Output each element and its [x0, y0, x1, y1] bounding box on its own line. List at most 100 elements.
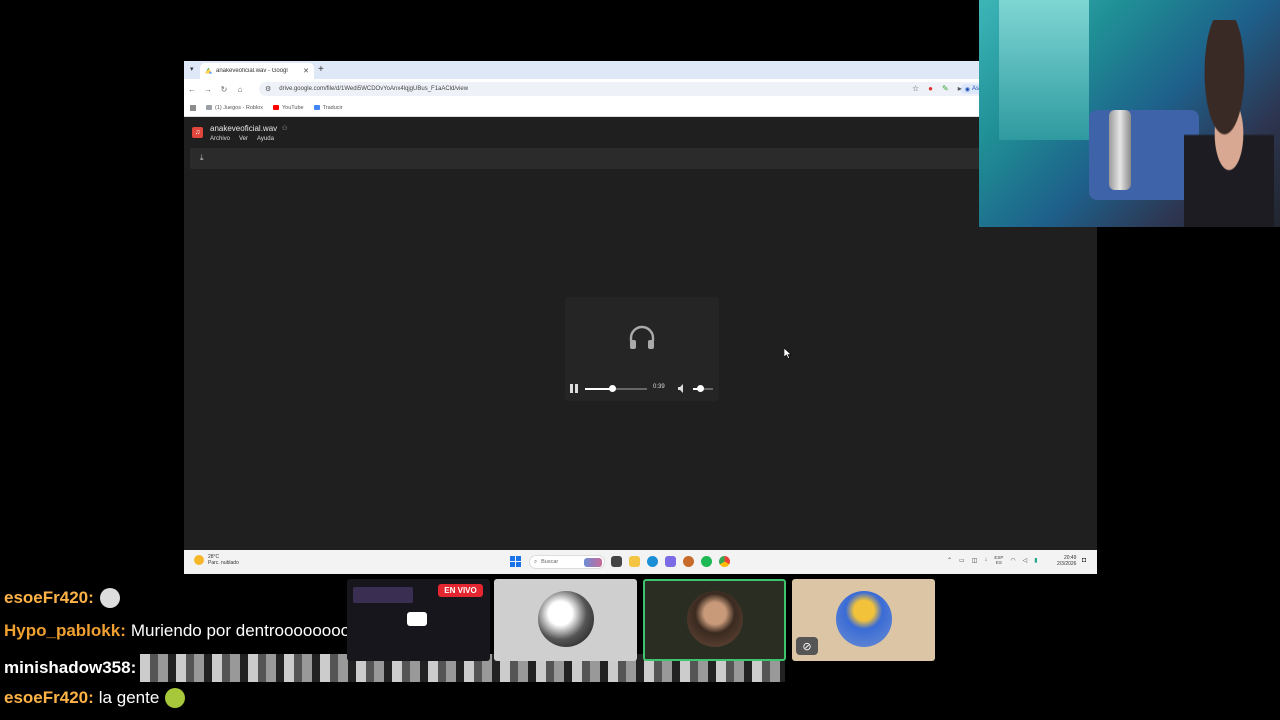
webcam-person — [1184, 20, 1274, 227]
task-view-icon[interactable] — [611, 556, 622, 567]
star-icon[interactable]: ☆ — [912, 84, 919, 93]
tray-chevron-icon[interactable]: ⌃ — [947, 557, 952, 564]
volume-handle[interactable] — [697, 385, 704, 392]
pen-icon[interactable]: ✎ — [942, 84, 949, 93]
obs-icon[interactable] — [683, 556, 694, 567]
avatar — [836, 591, 892, 647]
viewer-action-bar: ⤓ — [190, 148, 1097, 169]
edge-icon[interactable] — [647, 556, 658, 567]
translate-icon — [313, 105, 320, 110]
forward-icon[interactable]: → — [200, 85, 216, 94]
discord-icon[interactable] — [665, 556, 676, 567]
live-badge: EN VIVO — [438, 584, 483, 597]
google-lens-icon: ◉ — [964, 86, 970, 93]
bookmark-translate[interactable]: Traducir — [313, 104, 343, 111]
tab-search-icon[interactable]: ▾ — [190, 65, 194, 73]
extension-icon[interactable]: ● — [928, 84, 933, 93]
youtube-icon — [273, 105, 279, 110]
audio-player: 0:39 — [565, 297, 719, 401]
bookmark-youtube[interactable]: YouTube — [273, 105, 304, 111]
seek-slider[interactable] — [585, 385, 647, 392]
download-icon[interactable]: ⤓ — [200, 153, 204, 163]
speaker-icon[interactable]: ◁ — [1023, 557, 1028, 564]
language-indicator[interactable]: ESP ES — [994, 555, 1003, 565]
chat-message: Hypo_pablokk: Muriendo por dentroooooooo… — [4, 621, 369, 641]
tab-close-icon[interactable]: ✕ — [303, 67, 309, 75]
notification-icon[interactable]: ◘ — [1082, 557, 1086, 564]
tab-drive-file[interactable]: anakeveoficial.wav - Googl ✕ — [200, 63, 314, 79]
bookmarks-bar: (1) Juegos - Roblox YouTube Traducir — [184, 99, 1097, 117]
pause-icon[interactable] — [570, 384, 578, 393]
taskbar-search[interactable]: ⌕ Buscar — [529, 555, 605, 569]
chrome-icon[interactable] — [719, 556, 730, 567]
menu-ayuda[interactable]: Ayuda — [257, 136, 274, 142]
clock-date: 2/3/2026 — [1057, 561, 1077, 567]
taskbar-apps — [611, 556, 730, 567]
wifi-icon[interactable]: ◠ — [1010, 557, 1015, 564]
windows-start-icon[interactable] — [510, 556, 521, 567]
system-tray: ⌃ ▭ ◫ ↓ ESP ES ◠ ◁ ▮ — [947, 555, 1038, 565]
bookmark-label: Traducir — [322, 104, 343, 111]
webcam-feed — [979, 0, 1280, 227]
chat-username: Hypo_pablokk: — [4, 621, 126, 640]
spotify-icon[interactable] — [701, 556, 712, 567]
tab-bar: ▾ anakeveoficial.wav - Googl ✕ + — [184, 61, 1097, 79]
search-placeholder: Buscar — [541, 559, 559, 565]
screen-share-icon — [407, 612, 427, 626]
back-icon[interactable]: ← — [184, 85, 200, 94]
apps-grid-icon[interactable] — [190, 104, 196, 111]
shared-icon: ⚇ — [282, 126, 288, 132]
webcam-wall-panel — [999, 0, 1089, 140]
stream-scene: ▾ anakeveoficial.wav - Googl ✕ + ← → ↻ ⌂… — [0, 0, 1280, 720]
tray-app-icon[interactable]: ▭ — [959, 557, 965, 564]
volume-icon[interactable] — [678, 384, 686, 393]
lang-bottom: ES — [995, 560, 1002, 565]
webcam-bed — [1089, 110, 1199, 200]
avatar — [687, 591, 743, 647]
seek-handle[interactable] — [609, 385, 617, 392]
chat-message: esoeFr420: — [4, 588, 120, 608]
webcam-microphone — [1109, 110, 1131, 190]
mouse-cursor-icon — [784, 348, 792, 359]
bookmark-label: (1) Juegos - Roblox — [215, 104, 263, 111]
site-info-icon[interactable]: ⚙ — [265, 85, 271, 93]
address-bar[interactable]: ⚙ drive.google.com/file/d/1Wedi5WCDOvYoA… — [259, 82, 1014, 96]
search-highlight-icon — [584, 557, 602, 567]
participant-tile-3[interactable]: ⊘ — [792, 579, 935, 661]
cast-icon[interactable]: ▸ — [958, 84, 962, 93]
drive-audio-viewer: ♫ anakeveoficial.wav ⚇ Archivo Ver Ayuda… — [184, 117, 1097, 550]
avatar — [538, 591, 594, 647]
home-icon[interactable]: ⌂ — [232, 85, 248, 94]
menu-ver[interactable]: Ver — [239, 136, 248, 142]
windows-taskbar: 28°C Parc. nublado ⌕ Buscar ⌃ ▭ ◫ ↓ ESP … — [184, 550, 1097, 574]
headphones-icon — [629, 325, 655, 349]
chat-text: Muriendo por dentroooooooooo — [130, 621, 370, 640]
chat-username: minishadow358: — [4, 658, 137, 677]
search-icon: ⌕ — [534, 558, 538, 565]
bookmark-roblox[interactable]: (1) Juegos - Roblox — [206, 105, 263, 111]
reload-icon[interactable]: ↻ — [216, 85, 232, 94]
tray-app2-icon[interactable]: ◫ — [972, 557, 978, 564]
drive-favicon-icon — [205, 67, 212, 74]
tray-download-icon[interactable]: ↓ — [984, 557, 987, 563]
file-name: anakeveoficial.wav — [210, 124, 278, 133]
menu-archivo[interactable]: Archivo — [210, 136, 230, 142]
emote-pepe-icon — [165, 688, 186, 708]
file-explorer-icon[interactable] — [629, 556, 640, 567]
volume-slider[interactable] — [693, 385, 713, 392]
seek-progress — [585, 388, 613, 390]
chat-text: la gente — [98, 688, 160, 707]
battery-icon[interactable]: ▮ — [1034, 557, 1037, 564]
muted-video-icon[interactable]: ⊘ — [796, 637, 818, 655]
participant-tile-speaking[interactable] — [643, 579, 786, 661]
emote-cat-icon — [99, 588, 120, 608]
chat-username: esoeFr420: — [4, 588, 94, 607]
weather-widget[interactable]: 28°C Parc. nublado — [194, 554, 239, 566]
tab-title: anakeveoficial.wav - Googl — [216, 68, 288, 74]
participant-tile-1[interactable] — [494, 579, 637, 661]
toolbar-extensions: ☆ ● ✎ ▸ — [912, 84, 962, 93]
new-tab-button[interactable]: + — [318, 64, 324, 75]
taskbar-clock[interactable]: 20:49 2/3/2026 — [1057, 555, 1076, 567]
audio-file-icon: ♫ — [192, 127, 203, 138]
chat-message: esoeFr420: la gente — [4, 688, 186, 708]
